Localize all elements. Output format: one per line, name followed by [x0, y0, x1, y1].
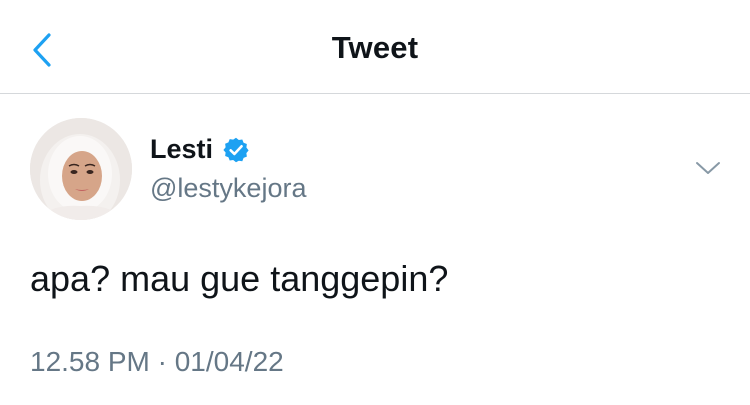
author-handle[interactable]: @lestykejora [150, 173, 306, 204]
page-title: Tweet [331, 30, 419, 65]
tweet-menu-button[interactable] [692, 154, 724, 182]
author-name[interactable]: Lesti [150, 134, 213, 165]
tweet-timestamp[interactable]: 12.58 PM · 01/04/22 [30, 346, 284, 378]
chevron-down-icon [696, 162, 720, 174]
avatar[interactable] [30, 118, 132, 220]
author-row: Lesti [150, 134, 250, 165]
top-bar: Tweet [0, 0, 750, 94]
verified-badge-icon [223, 137, 249, 162]
tweet-text: apa? mau gue tanggepin? [30, 258, 449, 299]
avatar-image [30, 118, 132, 220]
